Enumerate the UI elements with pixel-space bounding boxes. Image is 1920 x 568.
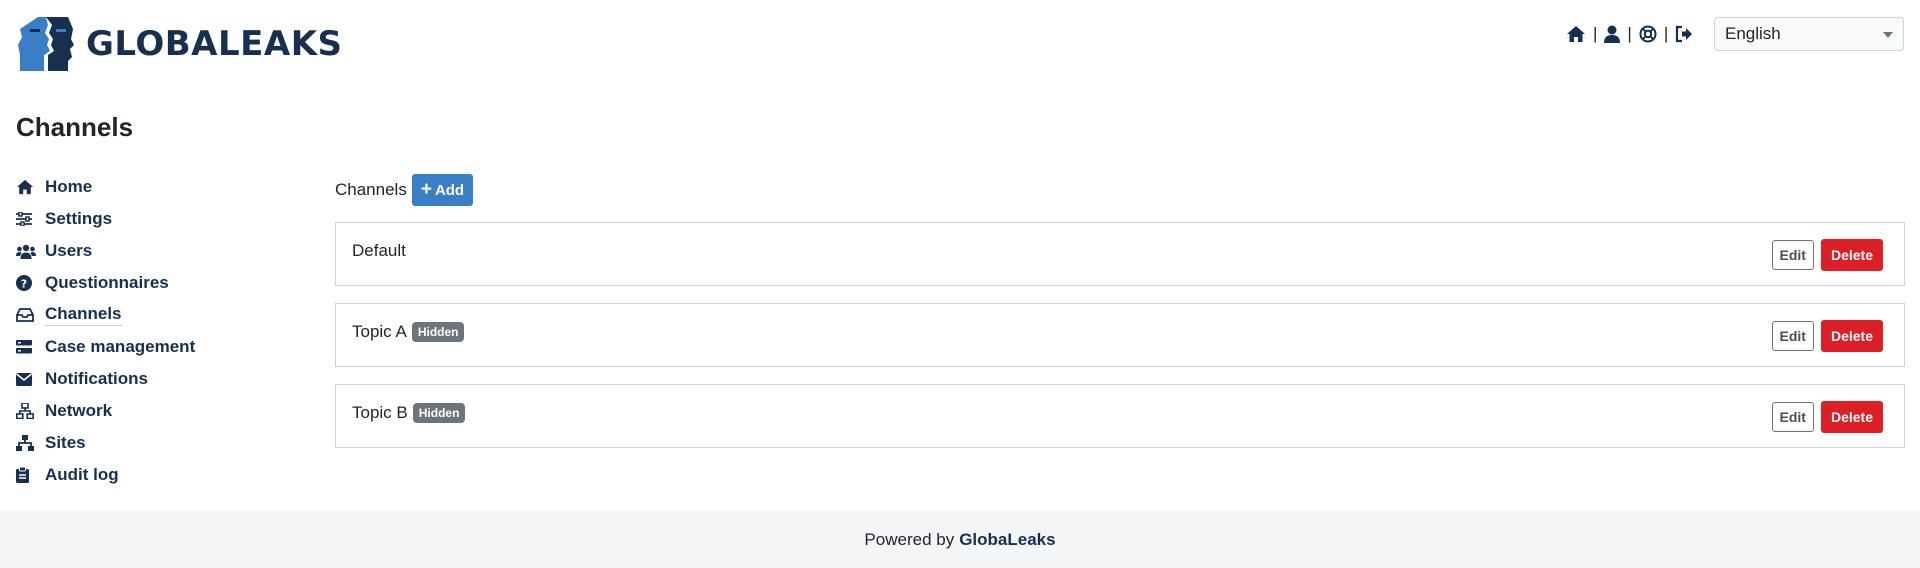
- users-icon: [16, 244, 45, 259]
- sidebar-item-label: Settings: [45, 209, 113, 228]
- sidebar-item-label: Channels: [45, 304, 122, 326]
- delete-channel-button[interactable]: Delete: [1820, 401, 1883, 433]
- channel-card: Topic A Hidden Edit Delete: [335, 303, 1905, 367]
- brand-name: GLOBALEAKS: [86, 24, 343, 64]
- footer-prefix: Powered by: [864, 529, 955, 549]
- edit-channel-button[interactable]: Edit: [1771, 321, 1814, 351]
- channels-panel: Channels + Add Default Edit Delete Topic…: [335, 174, 1905, 448]
- sidebar-item-label: Audit log: [45, 465, 119, 484]
- user-icon[interactable]: [1604, 25, 1621, 43]
- sidebar-item-label: Sites: [45, 433, 86, 452]
- envelope-icon: [16, 372, 45, 386]
- sidebar-item-home[interactable]: Home: [16, 171, 296, 203]
- edit-channel-button[interactable]: Edit: [1771, 240, 1814, 270]
- section-label: Channels: [335, 180, 407, 199]
- sliders-icon: [16, 212, 45, 226]
- sidebar-item-audit-log[interactable]: Audit log: [16, 459, 296, 491]
- globaleaks-logo[interactable]: GLOBALEAKS: [16, 15, 343, 73]
- home-icon[interactable]: [1566, 25, 1586, 43]
- home-icon: [16, 179, 45, 195]
- channel-name-row: Topic B Hidden: [352, 403, 466, 423]
- sitemap-icon: [16, 435, 45, 451]
- channel-name: Topic B: [352, 403, 408, 422]
- channel-card: Topic B Hidden Edit Delete: [335, 384, 1905, 448]
- language-select-value: English: [1725, 24, 1781, 43]
- sidebar-item-questionnaires[interactable]: ? Questionnaires: [16, 267, 296, 299]
- chevron-down-icon: [1883, 32, 1893, 38]
- logout-icon[interactable]: [1675, 25, 1693, 43]
- page-title: Channels: [16, 112, 134, 142]
- svg-text:?: ?: [21, 278, 27, 291]
- footer-brand-link[interactable]: GlobaLeaks: [959, 530, 1055, 550]
- nav-separator: |: [1593, 24, 1598, 43]
- sidebar-item-label: Home: [45, 177, 93, 196]
- channel-name-row: Default: [352, 241, 406, 261]
- header: GLOBALEAKS | | | English: [0, 0, 1920, 90]
- channel-name: Default: [352, 241, 406, 260]
- sidebar-item-label: Notifications: [45, 369, 148, 388]
- hidden-badge: Hidden: [412, 403, 466, 423]
- sidebar: Home Settings Users ? Questionnaires Cha…: [16, 171, 296, 491]
- nav-separator: |: [1663, 24, 1669, 43]
- sidebar-item-users[interactable]: Users: [16, 235, 296, 267]
- sidebar-item-sites[interactable]: Sites: [16, 427, 296, 459]
- channel-card: Default Edit Delete: [335, 222, 1905, 286]
- question-circle-icon: ?: [16, 275, 45, 291]
- channel-actions: Edit Delete: [1771, 401, 1883, 433]
- add-button-label: Add: [434, 181, 465, 199]
- inbox-icon: [16, 308, 45, 322]
- support-icon[interactable]: [1639, 25, 1657, 43]
- network-icon: [16, 403, 45, 419]
- sidebar-item-label: Network: [45, 401, 113, 420]
- channel-name: Topic A: [352, 322, 407, 341]
- sidebar-item-case-management[interactable]: Case management: [16, 331, 296, 363]
- language-select[interactable]: English: [1714, 17, 1904, 51]
- globaleaks-logo-icon: [18, 17, 74, 71]
- add-channel-button[interactable]: + Add: [411, 174, 474, 206]
- delete-channel-button[interactable]: Delete: [1820, 239, 1883, 271]
- sidebar-item-label: Users: [45, 241, 93, 260]
- nav-separator: |: [1627, 24, 1632, 43]
- hidden-badge: Hidden: [411, 322, 465, 342]
- sidebar-item-label: Case management: [45, 337, 196, 356]
- channel-name-row: Topic A Hidden: [352, 322, 465, 342]
- sidebar-item-notifications[interactable]: Notifications: [16, 363, 296, 395]
- sidebar-item-label: Questionnaires: [45, 273, 169, 292]
- sidebar-item-channels[interactable]: Channels: [16, 299, 296, 331]
- sidebar-item-network[interactable]: Network: [16, 395, 296, 427]
- channel-actions: Edit Delete: [1771, 320, 1883, 352]
- edit-channel-button[interactable]: Edit: [1771, 402, 1814, 432]
- cases-icon: [16, 340, 45, 354]
- channel-actions: Edit Delete: [1771, 239, 1883, 271]
- channels-section-header: Channels + Add: [335, 174, 1905, 206]
- sidebar-item-settings[interactable]: Settings: [16, 203, 296, 235]
- delete-channel-button[interactable]: Delete: [1820, 320, 1883, 352]
- plus-icon: +: [420, 179, 432, 200]
- footer: Powered by GlobaLeaks: [0, 511, 1920, 568]
- top-nav: | | |: [1566, 22, 1693, 46]
- clipboard-icon: [16, 467, 45, 483]
